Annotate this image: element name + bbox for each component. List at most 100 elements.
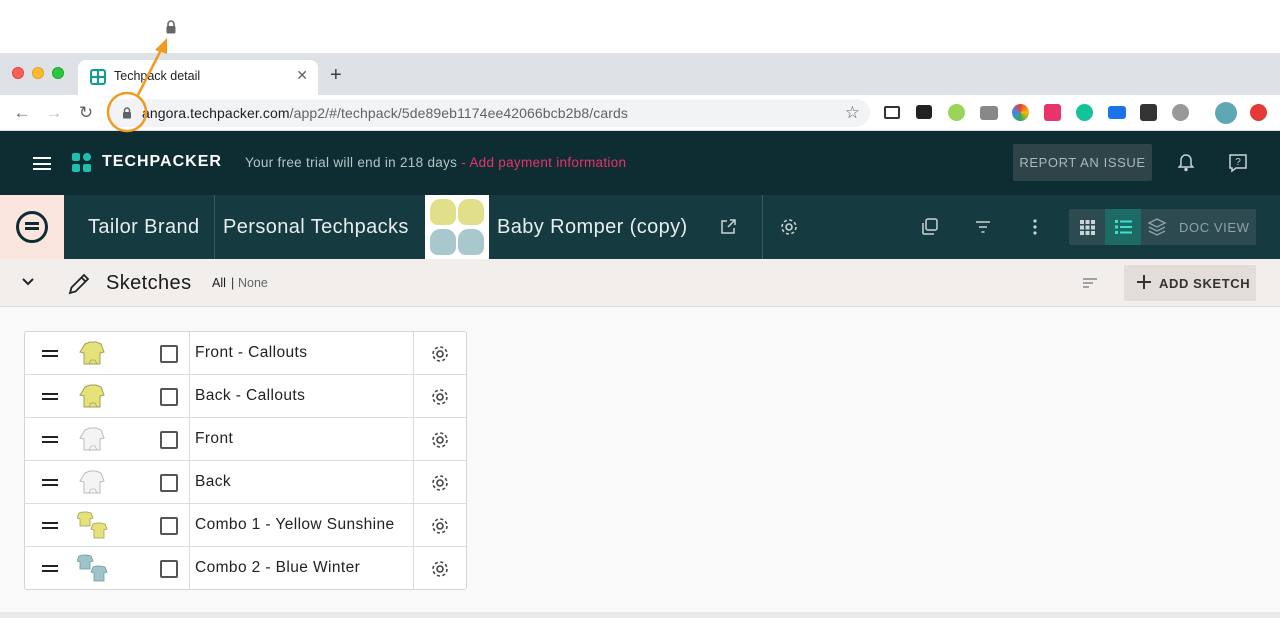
address-bar[interactable]: angora.techpacker.com/app2/#/techpack/5d… (108, 99, 870, 127)
annotation-area (0, 0, 1280, 53)
tab-title: Techpack detail (114, 69, 201, 83)
sketch-thumbnail-icon (79, 341, 105, 365)
settings-gear-icon[interactable] (430, 516, 450, 536)
browser-tab-bar: Techpack detail ✕ + (0, 53, 1280, 95)
techpack-thumbnail[interactable] (425, 195, 489, 259)
maximize-window-button[interactable] (52, 67, 64, 79)
romper-thumb-icon (458, 199, 484, 225)
m-extension-icon[interactable] (1140, 104, 1157, 121)
menu-icon[interactable] (33, 157, 51, 170)
flag-extension-icon[interactable] (1108, 106, 1126, 119)
techpacker-logo-icon (72, 153, 94, 173)
sketch-name[interactable]: Back - Callouts (195, 387, 305, 405)
view-toggle: DOC VIEW (1069, 209, 1256, 245)
column-divider (413, 332, 414, 375)
more-options-icon[interactable] (1025, 217, 1045, 237)
column-divider (413, 504, 414, 547)
techpacker-favicon-icon (90, 69, 106, 85)
breadcrumb-techpack[interactable]: Baby Romper (copy) (497, 216, 688, 239)
drag-handle-icon[interactable] (42, 436, 58, 443)
bolt-extension-icon[interactable] (1172, 104, 1189, 121)
lock-icon[interactable] (122, 107, 132, 119)
chevron-down-icon[interactable] (20, 276, 36, 288)
screen-capture-extension-icon[interactable] (884, 106, 900, 119)
settings-gear-icon[interactable] (430, 344, 450, 364)
select-separator: | (231, 276, 235, 290)
url-text[interactable]: angora.techpacker.com/app2/#/techpack/5d… (142, 105, 628, 121)
select-checkbox[interactable] (160, 388, 178, 406)
drag-handle-icon[interactable] (42, 350, 58, 357)
copy-icon[interactable] (920, 217, 940, 237)
bug-extension-icon[interactable] (948, 104, 965, 121)
profile-avatar[interactable] (1215, 102, 1237, 124)
section-title: Sketches (106, 272, 192, 294)
layers-icon[interactable] (1147, 217, 1167, 237)
drag-handle-icon[interactable] (42, 393, 58, 400)
layers-extension-icon[interactable] (916, 105, 932, 119)
table-row[interactable]: Back (25, 461, 466, 504)
minimize-window-button[interactable] (32, 67, 44, 79)
column-divider (189, 461, 190, 504)
select-checkbox[interactable] (160, 431, 178, 449)
add-payment-link[interactable]: - Add payment information (461, 155, 626, 170)
grammarly-extension-icon[interactable] (1076, 104, 1093, 121)
forward-icon[interactable]: → (44, 103, 64, 123)
open-external-icon[interactable] (719, 218, 737, 236)
column-divider (413, 375, 414, 418)
back-icon[interactable]: ← (12, 103, 32, 123)
grid-view-icon[interactable] (1069, 209, 1105, 245)
add-sketch-button[interactable]: ADD SKETCH (1124, 265, 1256, 301)
select-all-link[interactable]: All (212, 276, 226, 290)
column-divider (189, 547, 190, 590)
settings-gear-icon[interactable] (430, 473, 450, 493)
browser-tab[interactable]: Techpack detail ✕ (78, 60, 318, 95)
sketch-name[interactable]: Front - Callouts (195, 344, 307, 362)
sketch-thumbnail-icon (79, 427, 105, 451)
table-row[interactable]: Back - Callouts (25, 375, 466, 418)
close-window-button[interactable] (12, 67, 24, 79)
techpack-home-button[interactable] (0, 195, 64, 259)
camera-extension-icon[interactable] (980, 106, 998, 120)
sketch-name[interactable]: Back (195, 473, 231, 491)
sketch-name[interactable]: Combo 1 - Yellow Sunshine (195, 516, 395, 534)
select-checkbox[interactable] (160, 517, 178, 535)
settings-gear-icon[interactable] (430, 387, 450, 407)
bookmark-star-icon[interactable]: ☆ (845, 103, 860, 123)
help-chat-icon[interactable]: ? (1228, 153, 1248, 173)
drag-handle-icon[interactable] (42, 565, 58, 572)
settings-gear-icon[interactable] (779, 217, 799, 237)
list-view-icon[interactable] (1105, 209, 1141, 245)
filter-icon[interactable] (973, 217, 993, 237)
select-none-link[interactable]: None (238, 276, 268, 290)
sketch-name[interactable]: Combo 2 - Blue Winter (195, 559, 360, 577)
select-checkbox[interactable] (160, 560, 178, 578)
drag-handle-icon[interactable] (42, 479, 58, 486)
breadcrumb-brand[interactable]: Tailor Brand (88, 216, 200, 239)
select-checkbox[interactable] (160, 345, 178, 363)
doc-view-button[interactable]: DOC VIEW (1179, 220, 1250, 235)
page-footer-edge (0, 612, 1280, 618)
color-picker-extension-icon[interactable] (1012, 104, 1029, 121)
notification-bell-icon[interactable] (1177, 153, 1195, 173)
breadcrumb-folder[interactable]: Personal Techpacks (223, 216, 409, 239)
drag-handle-icon[interactable] (42, 522, 58, 529)
a-extension-icon[interactable] (1044, 104, 1061, 121)
table-row[interactable]: Front (25, 418, 466, 461)
new-tab-button[interactable]: + (330, 65, 342, 85)
select-checkbox[interactable] (160, 474, 178, 492)
table-row[interactable]: Combo 2 - Blue Winter (25, 547, 466, 590)
update-icon[interactable] (1250, 104, 1267, 121)
sort-icon[interactable] (1082, 276, 1098, 290)
column-divider (413, 418, 414, 461)
table-row[interactable]: Front - Callouts (25, 332, 466, 375)
table-row[interactable]: Combo 1 - Yellow Sunshine (25, 504, 466, 547)
settings-gear-icon[interactable] (430, 559, 450, 579)
sketches-section-header: Sketches All | None ADD SKETCH (0, 259, 1280, 307)
logo-text: TECHPACKER (102, 153, 222, 170)
close-tab-icon[interactable]: ✕ (296, 67, 308, 84)
report-issue-button[interactable]: REPORT AN ISSUE (1013, 144, 1152, 181)
sketch-thumbnail-icon (77, 554, 108, 582)
reload-icon[interactable]: ↻ (76, 103, 96, 123)
sketch-name[interactable]: Front (195, 430, 233, 448)
settings-gear-icon[interactable] (430, 430, 450, 450)
